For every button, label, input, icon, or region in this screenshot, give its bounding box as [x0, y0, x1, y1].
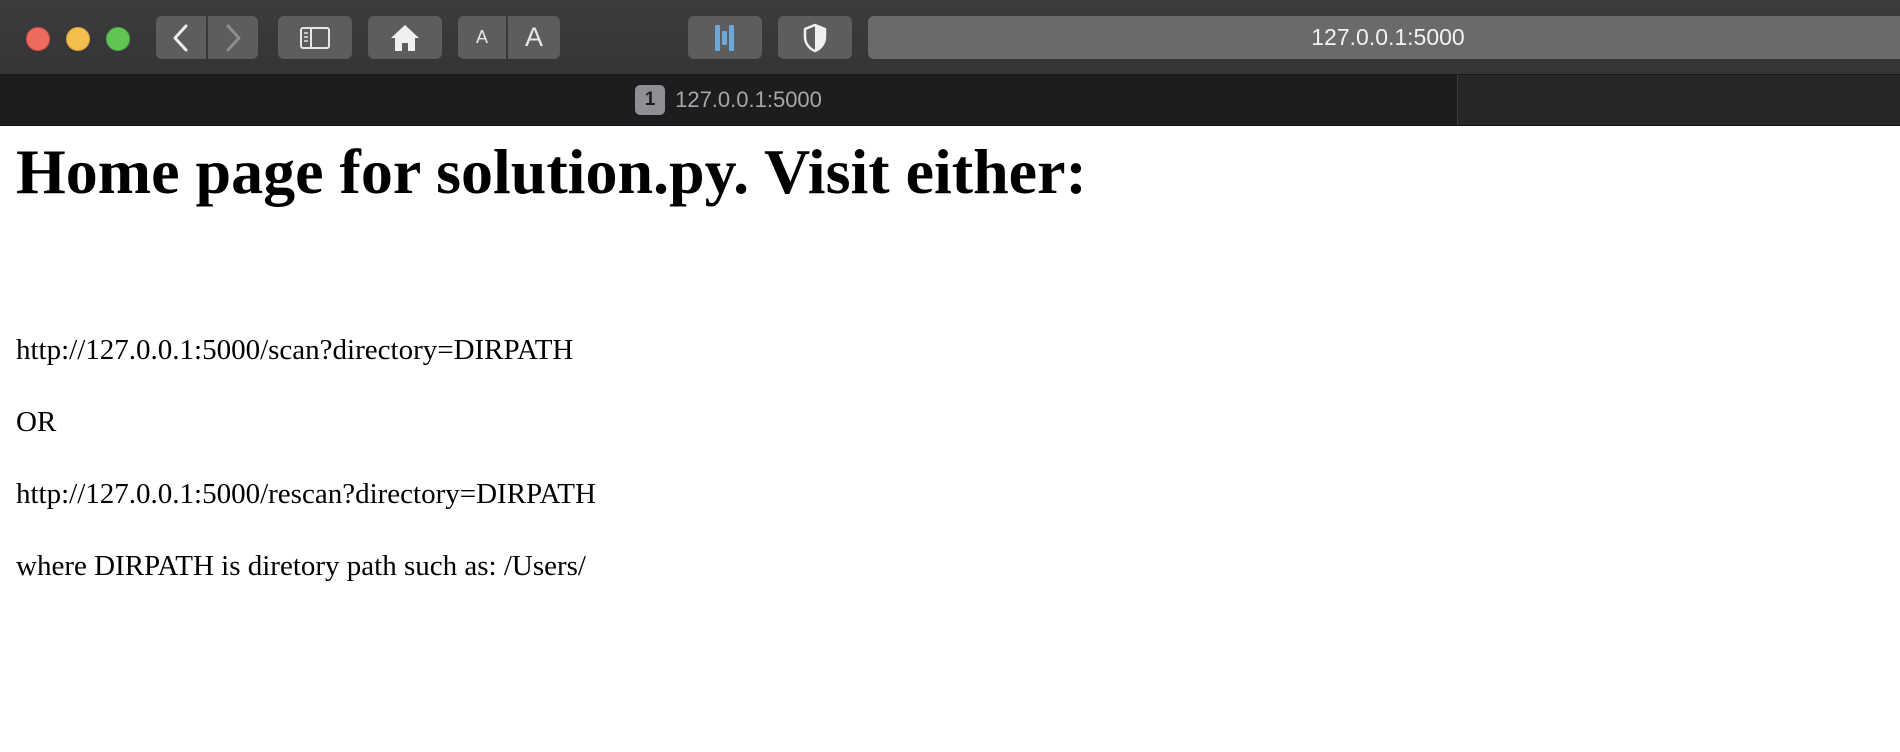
font-small-label: A [475, 27, 488, 47]
back-button[interactable] [156, 16, 206, 59]
font-large-label: A [524, 22, 543, 52]
privacy-report-button[interactable] [778, 16, 852, 59]
page-content: Home page for solution.py. Visit either:… [0, 126, 1900, 752]
increase-font-button[interactable]: A [508, 16, 560, 59]
tab-bar: 1 127.0.0.1:5000 [0, 75, 1900, 126]
page-heading: Home page for solution.py. Visit either: [16, 136, 1087, 207]
extension-icon [715, 24, 734, 51]
rescan-url-text: http://127.0.0.1:5000/rescan?directory=D… [16, 478, 596, 510]
tab-number-badge: 1 [635, 85, 666, 115]
tab-active[interactable]: 1 127.0.0.1:5000 [0, 75, 1458, 125]
address-bar[interactable]: 127.0.0.1:5000 [868, 16, 1900, 59]
decrease-font-button[interactable]: A [458, 16, 506, 59]
forward-button[interactable] [208, 16, 258, 59]
shield-icon [803, 23, 827, 52]
extension-button[interactable] [688, 16, 762, 59]
tab-title: 127.0.0.1:5000 [675, 87, 822, 112]
dirpath-explanation-text: where DIRPATH is diretory path such as: … [16, 550, 586, 582]
browser-toolbar: A A 127.0.0.1:5000 [0, 0, 1900, 75]
close-window-button[interactable] [26, 27, 50, 51]
sidebar-toggle-button[interactable] [278, 16, 352, 59]
address-bar-url: 127.0.0.1:5000 [1311, 24, 1465, 50]
chevron-right-icon [226, 24, 241, 51]
or-text: OR [16, 406, 57, 438]
sidebar-icon [300, 26, 330, 49]
home-icon [391, 24, 419, 51]
home-button[interactable] [368, 16, 442, 59]
tab-content: 1 127.0.0.1:5000 [635, 85, 822, 115]
maximize-window-button[interactable] [106, 27, 130, 51]
minimize-window-button[interactable] [66, 27, 90, 51]
chevron-left-icon [173, 24, 188, 51]
scan-url-text: http://127.0.0.1:5000/scan?directory=DIR… [16, 334, 574, 366]
